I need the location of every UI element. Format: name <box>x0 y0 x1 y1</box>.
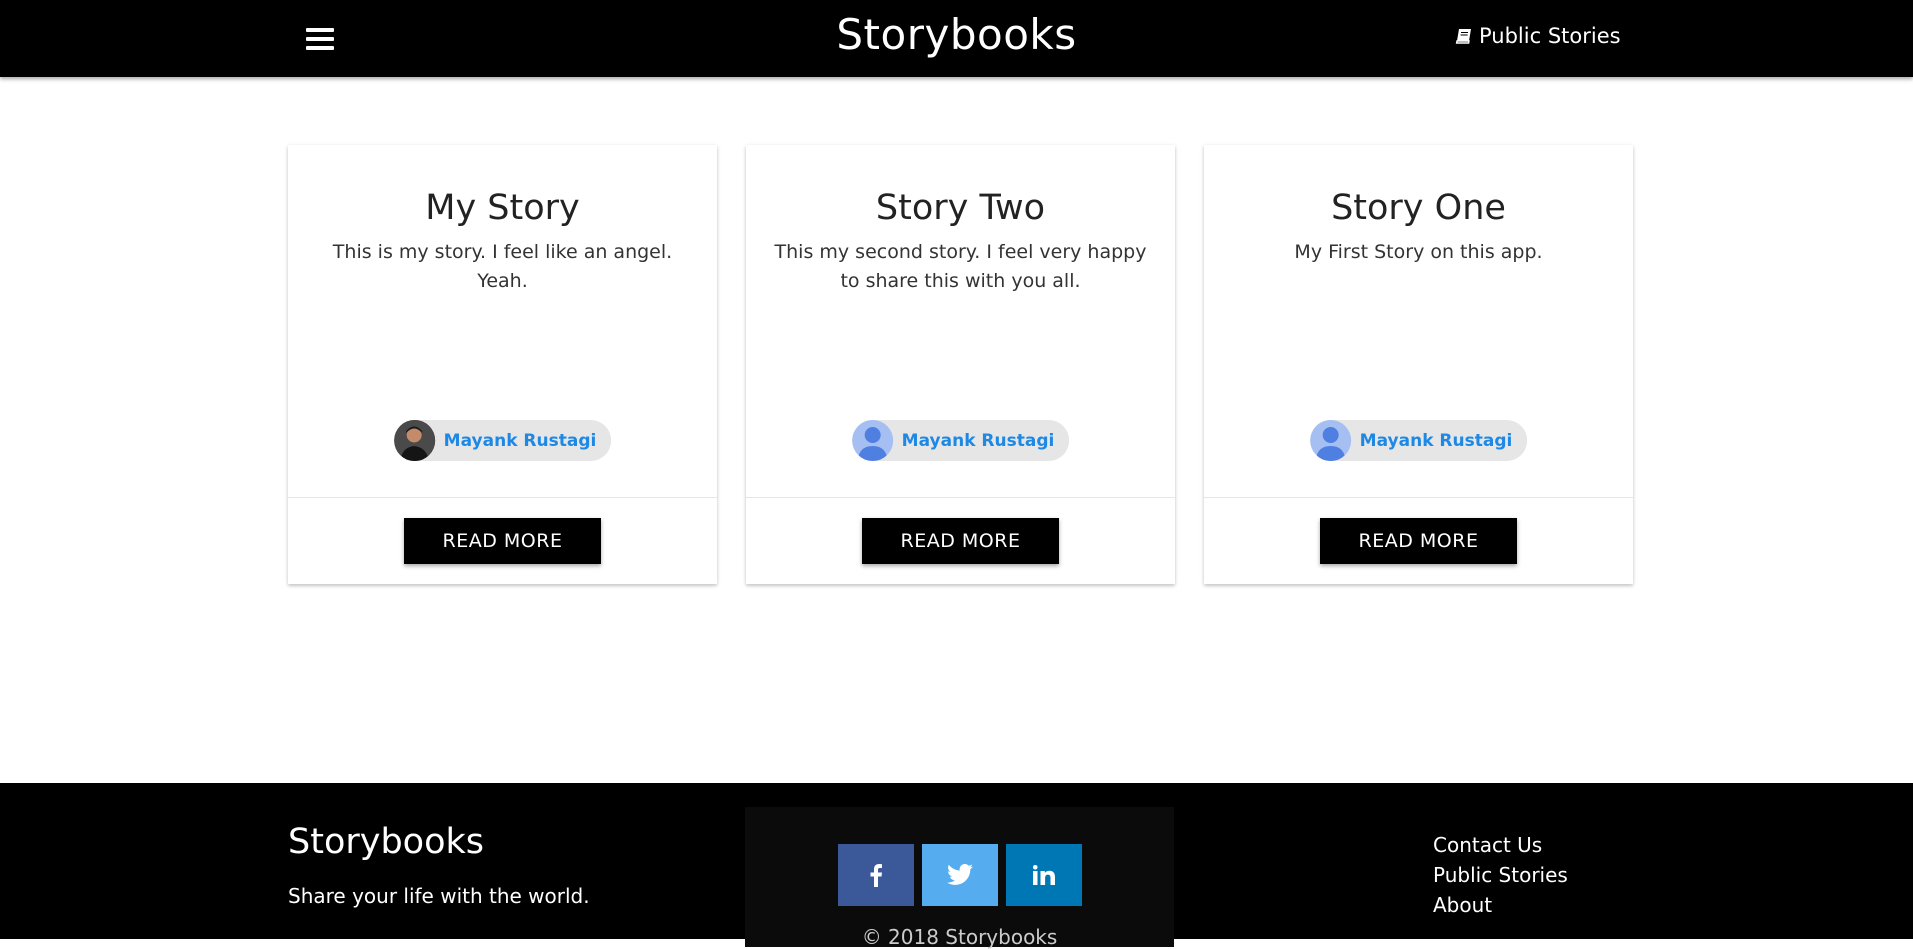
page-footer: Storybooks Share your life with the worl… <box>0 783 1913 949</box>
linkedin-button[interactable] <box>1006 844 1082 906</box>
brand-logo: Storybooks <box>0 10 1913 59</box>
story-title: My Story <box>425 188 580 228</box>
read-more-button[interactable]: READ MORE <box>1320 518 1517 564</box>
book-icon <box>1455 29 1471 44</box>
read-more-button[interactable]: READ MORE <box>862 518 1059 564</box>
story-title: Story Two <box>875 188 1046 228</box>
footer-link-contact[interactable]: Contact Us <box>1433 830 1568 860</box>
default-user-avatar-icon <box>851 420 893 461</box>
brand-link[interactable]: Storybooks <box>836 10 1076 59</box>
story-card: Story Two This my second story. I feel v… <box>746 145 1175 584</box>
facebook-icon <box>870 864 882 887</box>
story-card: My Story This is my story. I feel like a… <box>288 145 717 584</box>
author-chip[interactable]: Mayank Rustagi <box>851 420 1070 461</box>
author-chip[interactable]: Mayank Rustagi <box>393 420 612 461</box>
public-stories-link[interactable]: Public Stories <box>1455 24 1621 48</box>
social-panel: © 2018 Storybooks <box>745 807 1174 949</box>
author-name: Mayank Rustagi <box>901 430 1055 451</box>
story-title: Story One <box>1331 188 1506 228</box>
facebook-button[interactable] <box>838 844 914 906</box>
footer-tagline: Share your life with the world. <box>288 884 590 908</box>
read-more-button[interactable]: READ MORE <box>404 518 601 564</box>
author-name: Mayank Rustagi <box>1359 430 1513 451</box>
twitter-icon <box>947 864 973 885</box>
author-chip[interactable]: Mayank Rustagi <box>1309 420 1528 461</box>
public-stories-label: Public Stories <box>1479 24 1621 48</box>
author-avatar <box>393 420 435 461</box>
twitter-button[interactable] <box>922 844 998 906</box>
story-excerpt: This my second story. I feel very happy … <box>774 241 1147 292</box>
linkedin-icon <box>1033 865 1055 885</box>
footer-link-public-stories[interactable]: Public Stories <box>1433 860 1568 890</box>
author-name: Mayank Rustagi <box>443 430 597 451</box>
footer-links: Contact Us Public Stories About <box>1433 830 1568 920</box>
footer-brand: Storybooks <box>288 822 485 862</box>
story-excerpt: This is my story. I feel like an angel. … <box>332 241 673 292</box>
story-excerpt: My First Story on this app. <box>1294 241 1543 263</box>
top-navbar: Storybooks Public Stories <box>0 0 1913 77</box>
footer-link-about[interactable]: About <box>1433 890 1568 920</box>
default-user-avatar-icon <box>1309 420 1351 461</box>
copyright-text: © 2018 Storybooks <box>861 925 1058 949</box>
story-card: Story One My First Story on this app. Ma… <box>1204 145 1633 584</box>
